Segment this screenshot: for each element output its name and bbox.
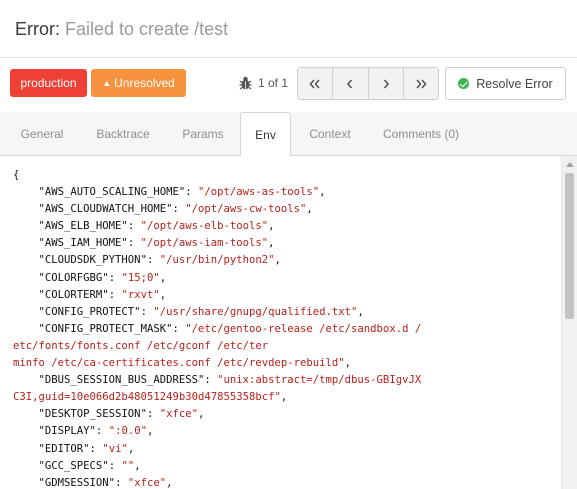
env-value: "xfce" — [159, 408, 198, 421]
env-key: "AWS_AUTO_SCALING_HOME" — [38, 186, 186, 199]
env-value: "15;0" — [121, 271, 160, 284]
env-key: "DESKTOP_SESSION" — [38, 408, 147, 421]
env-value: "" — [121, 459, 135, 472]
env-key: "GCC_SPECS" — [38, 459, 109, 472]
environment-badge[interactable]: production — [10, 69, 87, 97]
first-page-icon — [309, 78, 320, 89]
env-value: "vi" — [102, 442, 128, 455]
next-button[interactable] — [369, 68, 404, 99]
tab-general[interactable]: General — [10, 112, 74, 156]
env-value: "/opt/aws-as-tools" — [197, 186, 320, 199]
env-key: "COLORTERM" — [38, 288, 109, 301]
env-value: ":0.0" — [108, 425, 147, 438]
pagination — [297, 67, 439, 100]
last-page-icon — [416, 78, 427, 89]
env-value: "/opt/aws-elb-tools" — [140, 220, 269, 233]
tab-backtrace[interactable]: Backtrace — [84, 112, 162, 156]
env-value: "rxvt" — [121, 288, 160, 301]
error-message: Failed to create /test — [65, 19, 229, 39]
tab-params[interactable]: Params — [170, 112, 236, 156]
env-json-panel[interactable]: { "AWS_AUTO_SCALING_HOME": "/opt/aws-as-… — [0, 156, 561, 489]
page-title: Error: Failed to create /test — [15, 19, 228, 40]
status-badge-label: Unresolved — [114, 76, 175, 90]
env-value: "xfce" — [127, 476, 167, 489]
scroll-up-arrow-icon[interactable] — [566, 162, 574, 167]
previous-button[interactable] — [333, 68, 369, 99]
env-key: "COLORFGBG" — [38, 271, 109, 284]
resolve-error-label: Resolve Error — [476, 76, 553, 91]
scrollbar[interactable] — [561, 156, 577, 489]
tab-label: Context — [309, 127, 351, 141]
env-value: "/opt/aws-iam-tools" — [140, 237, 269, 250]
status-badge[interactable]: ▲ Unresolved — [91, 69, 186, 97]
env-key: "CLOUDSDK_PYTHON" — [38, 254, 147, 267]
first-page-button[interactable] — [298, 68, 334, 99]
env-value: "/opt/aws-cw-tools" — [185, 203, 307, 216]
env-key: "EDITOR" — [38, 442, 90, 455]
bug-icon — [239, 76, 252, 90]
toolbar: production ▲ Unresolved 1 of 1 Resolve E… — [0, 58, 577, 112]
next-icon — [383, 78, 389, 89]
env-key: "DBUS_SESSION_BUS_ADDRESS" — [38, 374, 205, 387]
env-value: "/usr/share/gnupg/qualified.txt" — [153, 305, 358, 318]
tab-label: General — [20, 127, 64, 141]
env-key: "DISPLAY" — [38, 425, 96, 438]
env-json-text: { "AWS_AUTO_SCALING_HOME": "/opt/aws-as-… — [13, 169, 422, 489]
scrollbar-thumb[interactable] — [565, 173, 574, 319]
tab-label: Backtrace — [96, 127, 150, 141]
resolve-error-button[interactable]: Resolve Error — [445, 67, 566, 100]
occurrence-counter: 1 of 1 — [239, 75, 288, 91]
warning-icon: ▲ — [102, 78, 112, 88]
env-key: "AWS_ELB_HOME" — [38, 220, 128, 233]
last-page-button[interactable] — [404, 68, 438, 99]
previous-icon — [347, 78, 353, 89]
tab-label: Params — [182, 127, 224, 141]
env-key: "CONFIG_PROTECT" — [38, 305, 141, 318]
env-value: "/usr/bin/python2" — [159, 254, 275, 267]
error-label: Error: — [15, 19, 60, 39]
json-open-brace: { — [13, 169, 20, 181]
tab-bar: General Backtrace Params Env Context Com… — [0, 112, 577, 157]
counter-text: 1 of 1 — [258, 76, 289, 90]
tab-label: Env — [255, 127, 276, 142]
tab-comments[interactable]: Comments (0) — [374, 112, 468, 156]
environment-badge-label: production — [20, 76, 77, 90]
env-key: "CONFIG_PROTECT_MASK" — [38, 322, 173, 335]
env-key: "GDMSESSION" — [38, 476, 116, 489]
env-key: "AWS_IAM_HOME" — [38, 237, 128, 250]
tab-env[interactable]: Env — [240, 112, 291, 157]
env-key: "AWS_CLOUDWATCH_HOME" — [38, 203, 173, 216]
tab-context[interactable]: Context — [297, 112, 363, 156]
page-header: Error: Failed to create /test — [0, 0, 577, 58]
tab-label: Comments (0) — [382, 127, 459, 141]
check-circle-icon — [458, 78, 470, 89]
